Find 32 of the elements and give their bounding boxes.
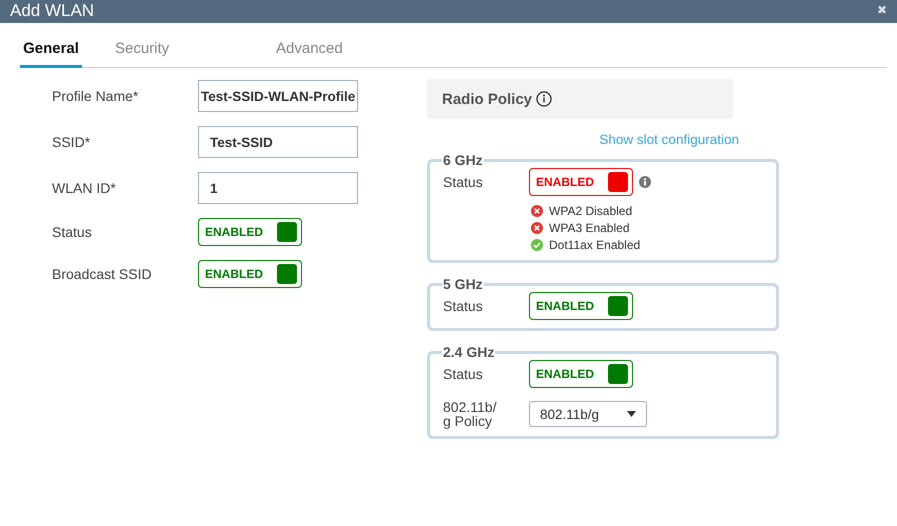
tab[interactable]: General bbox=[20, 37, 82, 68]
field-label: Status bbox=[443, 299, 484, 313]
field-label: Broadcast SSID bbox=[52, 266, 153, 282]
check-label: Dot11ax Enabled bbox=[549, 238, 640, 252]
tab[interactable]: Advanced bbox=[243, 37, 356, 68]
input-field[interactable]: 1 bbox=[198, 172, 358, 204]
field-label: Status bbox=[443, 367, 484, 381]
info-icon[interactable] bbox=[536, 91, 552, 107]
field-label: SSID* bbox=[52, 134, 92, 150]
check-label: WPA2 Disabled bbox=[549, 204, 632, 218]
section-title: Radio Policy bbox=[442, 90, 532, 108]
close-button[interactable]: ✖ bbox=[877, 3, 887, 17]
toggle-switch[interactable]: ENABLED bbox=[529, 168, 633, 196]
field-label: Profile Name* bbox=[52, 88, 140, 104]
tab[interactable]: Security bbox=[82, 37, 243, 68]
band-title: 5 GHz bbox=[442, 276, 484, 292]
toggle-switch[interactable]: ENABLED bbox=[529, 360, 633, 388]
toggle-switch[interactable]: ENABLED bbox=[198, 218, 302, 246]
toggle-switch[interactable]: ENABLED bbox=[529, 292, 633, 320]
policy-dropdown[interactable]: 802.11b/g bbox=[529, 401, 647, 427]
field-label: Status bbox=[443, 175, 484, 189]
caret-icon bbox=[627, 411, 636, 417]
field-label: 802.11b/ g Policy bbox=[443, 400, 498, 428]
field-label: Status bbox=[52, 224, 93, 240]
input-field[interactable]: Test-SSID-WLAN-Profile bbox=[198, 80, 358, 112]
band-title: 2.4 GHz bbox=[442, 344, 496, 360]
window-title: Add WLAN bbox=[10, 1, 94, 21]
band-title: 6 GHz bbox=[442, 152, 484, 168]
input-field[interactable]: Test-SSID bbox=[198, 126, 358, 158]
check-label: WPA3 Enabled bbox=[549, 221, 630, 235]
toggle-switch[interactable]: ENABLED bbox=[198, 260, 302, 288]
field-label: WLAN ID* bbox=[52, 180, 117, 196]
